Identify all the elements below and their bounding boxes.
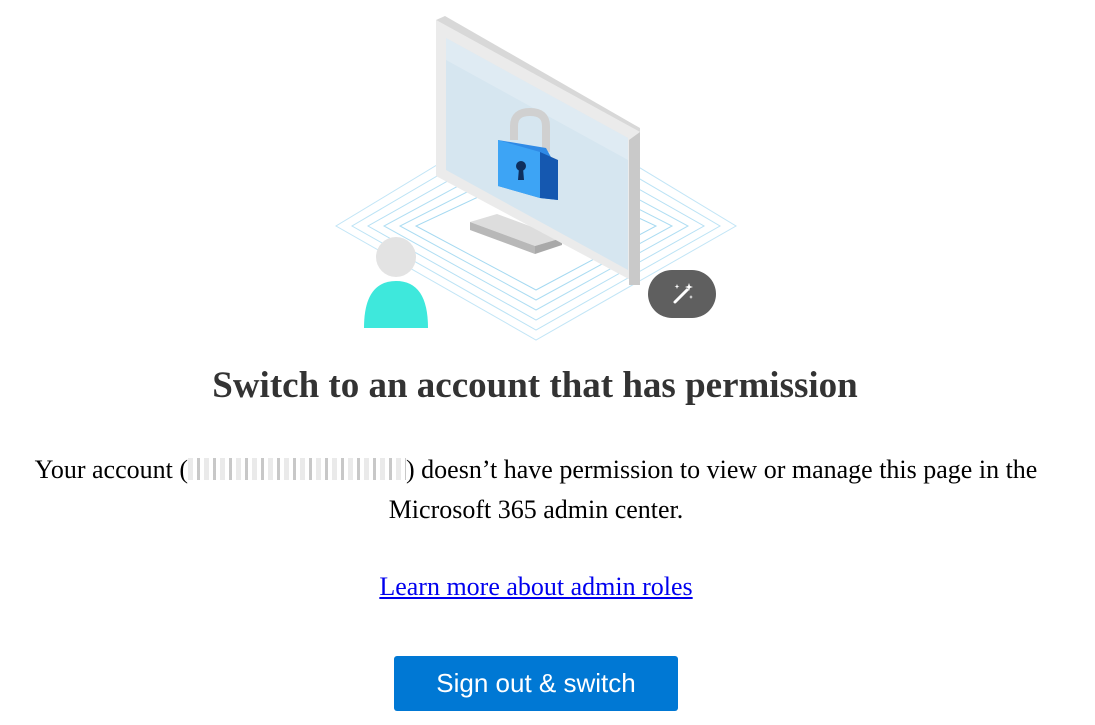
permission-message: Your account ( ) doesn’t have permission … xyxy=(20,450,1052,530)
learn-more-link[interactable]: Learn more about admin roles xyxy=(379,572,692,601)
page-title: Switch to an account that has permission xyxy=(212,365,858,406)
user-avatar-icon xyxy=(364,237,428,328)
redacted-account-email xyxy=(188,458,407,480)
learn-more-container: Learn more about admin roles xyxy=(0,568,1072,606)
magic-wand-icon xyxy=(673,283,693,304)
sign-out-switch-button[interactable]: Sign out & switch xyxy=(394,656,678,711)
magic-wand-button[interactable] xyxy=(648,270,716,318)
message-suffix: ) doesn’t have permission to view or man… xyxy=(388,455,1038,524)
message-prefix: Your account ( xyxy=(34,455,189,484)
